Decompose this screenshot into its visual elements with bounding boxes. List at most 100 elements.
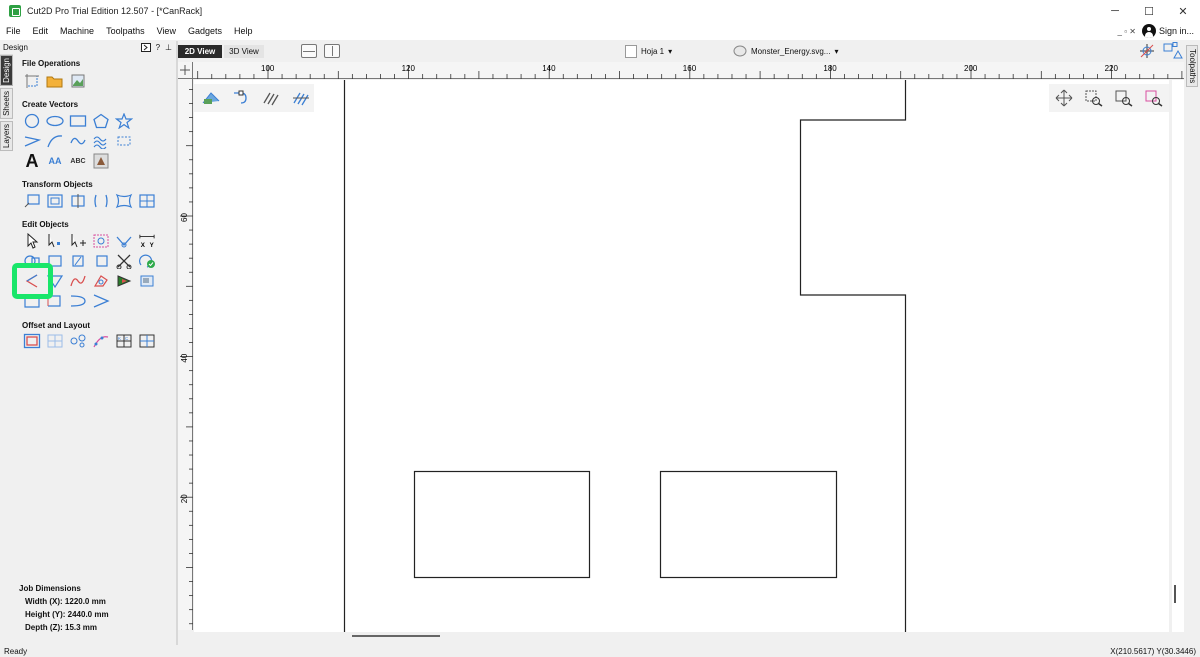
- overlap-icon[interactable]: [91, 252, 111, 270]
- help-icon[interactable]: ?: [156, 43, 160, 52]
- warp-icon[interactable]: [114, 192, 134, 210]
- extend-icon[interactable]: [91, 272, 111, 290]
- ruler-origin-icon: [180, 65, 190, 75]
- menu-toolpaths[interactable]: Toolpaths: [100, 26, 151, 36]
- trim-icon[interactable]: [68, 252, 88, 270]
- tab-toolpaths[interactable]: Toolpaths: [1186, 45, 1198, 88]
- menu-view[interactable]: View: [151, 26, 182, 36]
- split-vertical-button[interactable]: [324, 44, 340, 58]
- selection-mode-icon[interactable]: [1162, 42, 1184, 60]
- vertical-scrollbar-thumb[interactable]: [1174, 585, 1176, 603]
- text-icon[interactable]: A: [22, 151, 42, 171]
- split-horizontal-button[interactable]: [301, 44, 317, 58]
- wave-fill-icon[interactable]: [91, 132, 111, 150]
- interactive-transform-icon[interactable]: [91, 232, 111, 250]
- smooth-curve-icon[interactable]: [68, 272, 88, 290]
- svg-text:K: K: [118, 336, 121, 341]
- polyline-icon[interactable]: [22, 132, 42, 150]
- mirror-icon[interactable]: [68, 192, 88, 210]
- array-copy-icon[interactable]: [137, 192, 157, 210]
- vertical-scrollbar[interactable]: [1172, 80, 1184, 632]
- close-button[interactable]: ✕: [1166, 0, 1200, 22]
- nesting-icon[interactable]: [137, 272, 157, 290]
- app-window: Cut2D Pro Trial Edition 12.507 - [*CanRa…: [0, 0, 1200, 657]
- menu-file[interactable]: File: [0, 26, 27, 36]
- tab-design[interactable]: Design: [0, 55, 13, 86]
- open-file-icon[interactable]: [45, 72, 65, 90]
- menu-edit[interactable]: Edit: [27, 26, 55, 36]
- offset-icon[interactable]: [22, 332, 42, 350]
- nesting-layout-icon[interactable]: KC: [114, 332, 134, 350]
- fit-grid-icon[interactable]: [45, 332, 65, 350]
- image-icon[interactable]: [200, 88, 222, 108]
- toolpath-lines-icon[interactable]: [290, 88, 312, 108]
- ruler-top-label: 140: [542, 64, 556, 73]
- ruler-left-label: 40: [180, 353, 189, 362]
- zoom-box-icon[interactable]: [1083, 88, 1105, 108]
- smart-snap-icon[interactable]: [114, 232, 134, 250]
- text-on-curve-icon[interactable]: ABC: [68, 152, 88, 170]
- circle-icon[interactable]: [22, 112, 42, 130]
- model-file-selector[interactable]: Monster_Energy.svg... ▾: [733, 44, 838, 58]
- copy-along-vectors-icon[interactable]: [68, 332, 88, 350]
- curve-fit-icon[interactable]: [68, 292, 88, 310]
- import-image-icon[interactable]: [68, 72, 88, 90]
- vector-drawing[interactable]: [194, 80, 1169, 632]
- horizontal-scrollbar-thumb[interactable]: [352, 635, 440, 637]
- design-panel-header: Design ? ⊥: [0, 41, 176, 54]
- zoom-fit-icon[interactable]: [1113, 88, 1135, 108]
- tab-sheets[interactable]: Sheets: [0, 87, 13, 119]
- menu-bar: File Edit Machine Toolpaths View Gadgets…: [0, 22, 1200, 40]
- distort-icon[interactable]: [91, 192, 111, 210]
- select-icon[interactable]: [22, 232, 42, 250]
- ruler-left-label: 60: [180, 213, 189, 222]
- maximize-button[interactable]: ☐: [1132, 0, 1166, 22]
- tab-3d-view[interactable]: 3D View: [224, 45, 264, 58]
- align-icon[interactable]: [45, 192, 65, 210]
- panel-dock-icon[interactable]: [140, 43, 151, 52]
- arc-icon[interactable]: [68, 132, 88, 150]
- bezier-node-icon[interactable]: [230, 88, 252, 108]
- document-window-controls[interactable]: _ ▫ ✕: [1118, 27, 1136, 36]
- tab-layers[interactable]: Layers: [0, 120, 13, 151]
- curve-icon[interactable]: [45, 132, 65, 150]
- measure-icon[interactable]: XY: [137, 232, 157, 250]
- auto-layout-text-icon[interactable]: AA: [45, 152, 65, 170]
- trace-bitmap-icon[interactable]: [91, 152, 111, 170]
- offset-layout-icons: KC: [22, 332, 160, 352]
- node-edit-icon[interactable]: [45, 232, 65, 250]
- scissors-icon[interactable]: [114, 252, 134, 270]
- toolpath-preview-icon[interactable]: [260, 88, 282, 108]
- path-array-icon[interactable]: [91, 332, 111, 350]
- menu-gadgets[interactable]: Gadgets: [182, 26, 228, 36]
- sign-in-button[interactable]: Sign in...: [1141, 24, 1194, 38]
- new-job-icon[interactable]: [22, 72, 42, 90]
- dimension-icon[interactable]: [114, 132, 134, 150]
- pan-icon[interactable]: [1053, 88, 1075, 108]
- user-avatar-icon: [1141, 24, 1156, 38]
- create-vectors-icons: A AA ABC: [22, 112, 160, 172]
- drawing-canvas[interactable]: [194, 80, 1169, 632]
- nest-parts-icon[interactable]: [137, 332, 157, 350]
- menu-machine[interactable]: Machine: [54, 26, 100, 36]
- move-icon[interactable]: [22, 192, 42, 210]
- star-icon[interactable]: [114, 112, 134, 130]
- menu-help[interactable]: Help: [228, 26, 259, 36]
- panel-outline-notch: [799, 80, 907, 632]
- polygon-icon[interactable]: [91, 112, 111, 130]
- snap-icon[interactable]: [1138, 42, 1156, 60]
- break-vector-icon[interactable]: [91, 292, 111, 310]
- sheet-selector[interactable]: Hoja 1 ▾: [625, 44, 672, 58]
- tab-2d-view[interactable]: 2D View: [178, 45, 222, 58]
- align-nodes-icon[interactable]: [114, 272, 134, 290]
- pin-icon[interactable]: ⊥: [165, 43, 172, 52]
- zoom-selection-icon[interactable]: [1143, 88, 1165, 108]
- rectangle-cutout-left: [413, 470, 591, 579]
- rectangle-icon[interactable]: [68, 112, 88, 130]
- ellipse-icon[interactable]: [45, 112, 65, 130]
- create-vectors-title: Create Vectors: [22, 100, 79, 109]
- close-vectors-icon[interactable]: [137, 252, 157, 270]
- add-node-icon[interactable]: [68, 232, 88, 250]
- chevron-down-icon: ▾: [668, 46, 673, 56]
- minimize-button[interactable]: ─: [1098, 0, 1132, 22]
